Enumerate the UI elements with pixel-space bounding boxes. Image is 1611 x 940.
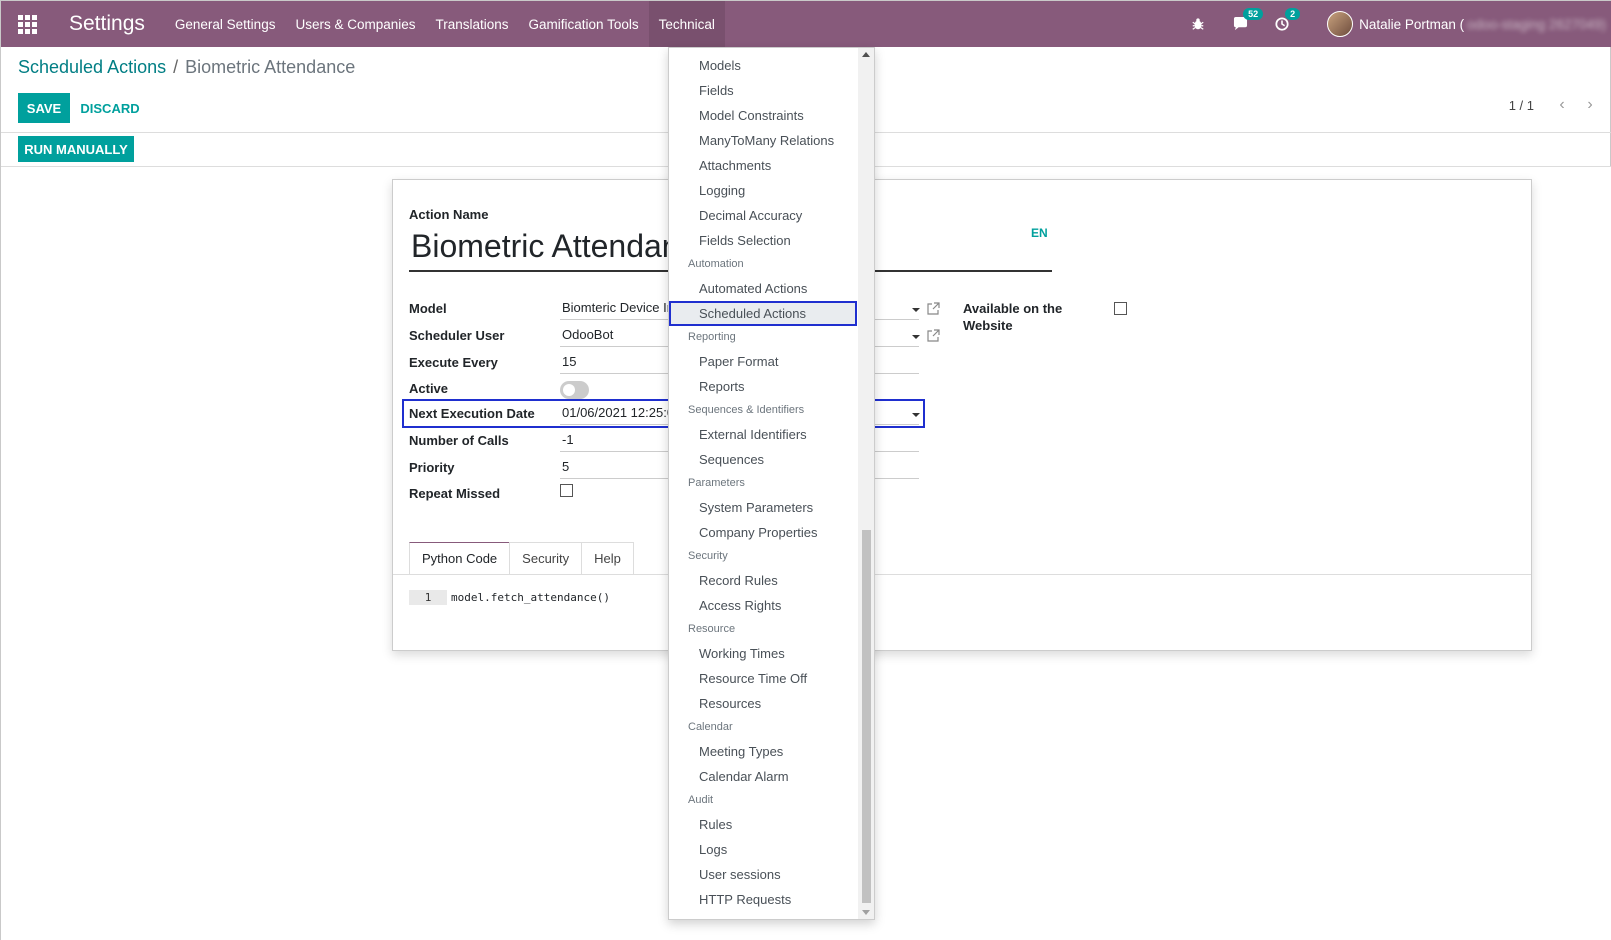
dropdown-item-resource-time-off[interactable]: Resource Time Off [669,666,857,691]
dropdown-item-audit-logs[interactable]: Logs [669,837,857,862]
dropdown-item-logging[interactable]: Logging [669,178,857,203]
scheduler-user-external-link-icon[interactable] [927,329,940,342]
dropdown-item-company-properties[interactable]: Company Properties [669,520,857,545]
pager-previous-icon[interactable]: ‹ [1553,97,1571,115]
apps-menu-icon[interactable] [1,1,53,47]
number-of-calls-label: Number of Calls [409,433,509,448]
scroll-up-arrow-icon[interactable] [862,52,870,57]
dropdown-item-model-constraints[interactable]: Model Constraints [669,103,857,128]
discard-button[interactable]: DISCARD [80,93,139,123]
pager-next-icon[interactable]: › [1581,97,1599,115]
debug-bug-icon[interactable] [1189,15,1207,33]
dropdown-header-reporting: Reporting [688,331,736,343]
menu-users-companies[interactable]: Users & Companies [285,1,425,47]
dropdown-item-system-parameters[interactable]: System Parameters [669,495,857,520]
model-dropdown-icon[interactable] [912,308,920,312]
tab-python-code[interactable]: Python Code [409,542,511,575]
dropdown-header-automation: Automation [688,258,744,270]
dropdown-header-sequences: Sequences & Identifiers [688,404,805,416]
menu-general-settings[interactable]: General Settings [165,1,286,47]
user-name: Natalie Portman ( [1359,16,1465,32]
scheduler-user-label: Scheduler User [409,328,505,343]
action-name-label: Action Name [409,207,489,222]
breadcrumb: Scheduled Actions / Biometric Attendance [18,57,355,78]
menu-gamification-tools[interactable]: Gamification Tools [519,1,649,47]
breadcrumb-separator: / [173,57,179,77]
dropdown-item-record-rules[interactable]: Record Rules [669,568,857,593]
next-execution-dropdown-icon[interactable] [912,413,920,417]
tabs-divider [393,574,1531,575]
dropdown-item-automated-actions[interactable]: Automated Actions [669,276,857,301]
dropdown-item-meeting-types[interactable]: Meeting Types [669,739,857,764]
activities-count-badge: 2 [1285,8,1301,20]
pager-value[interactable]: 1 / 1 [1509,98,1534,113]
user-database: odoo-staging 2627049) [1467,16,1606,32]
dropdown-header-audit: Audit [688,794,714,806]
messaging-chat-icon[interactable]: 52 [1231,8,1264,33]
dropdown-item-resources[interactable]: Resources [669,691,857,716]
dropdown-item-paper-format[interactable]: Paper Format [669,349,857,374]
dropdown-item-working-times[interactable]: Working Times [669,641,857,666]
model-label: Model [409,301,447,316]
dropdown-item-fields[interactable]: Fields [669,78,857,103]
technical-dropdown-menu: Models Fields Model Constraints ManyToMa… [668,47,875,920]
dropdown-header-resource: Resource [688,623,736,635]
dropdown-item-access-rights[interactable]: Access Rights [669,593,857,618]
top-navbar: Settings General Settings Users & Compan… [1,1,1611,47]
scrollbar-thumb[interactable] [862,530,871,903]
user-menu[interactable]: Natalie Portman ( odoo-staging 2627049) [1315,11,1611,37]
model-external-link-icon[interactable] [927,302,940,315]
active-label: Active [409,381,449,396]
form-sheet: Action Name Biometric Attendance EN Mode… [392,179,1532,651]
dropdown-item-external-identifiers[interactable]: External Identifiers [669,422,857,447]
dropdown-item-http-requests[interactable]: HTTP Requests [669,887,857,912]
dropdown-item-scheduled-actions[interactable]: Scheduled Actions [669,301,857,326]
menu-technical[interactable]: Technical [648,1,725,47]
dropdown-item-user-sessions[interactable]: User sessions [669,862,857,887]
code-text[interactable]: model.fetch_attendance() [451,590,610,605]
dropdown-header-security: Security [688,550,728,562]
activity-clock-icon[interactable]: 2 [1273,8,1301,33]
tab-security[interactable]: Security [509,542,583,575]
dropdown-item-reports[interactable]: Reports [669,374,857,399]
dropdown-item-audit-rules[interactable]: Rules [669,812,857,837]
dropdown-item-attachments[interactable]: Attachments [669,153,857,178]
save-button[interactable]: SAVE [18,93,70,123]
available-on-website-label: Available on the Website [963,301,1063,333]
breadcrumb-scheduled-actions[interactable]: Scheduled Actions [18,57,166,78]
dropdown-header-parameters: Parameters [688,477,745,489]
scroll-down-arrow-icon[interactable] [862,910,870,915]
execute-every-label: Execute Every [409,355,498,370]
code-line-number: 1 [409,590,447,605]
available-on-website-checkbox[interactable] [1114,302,1127,315]
dropdown-header-calendar: Calendar [688,721,733,733]
language-button[interactable]: EN [1031,226,1048,240]
active-toggle[interactable] [560,381,589,399]
code-editor[interactable]: 1 model.fetch_attendance() [409,590,610,605]
dropdown-item-models[interactable]: Models [669,53,857,78]
dropdown-item-fields-selection[interactable]: Fields Selection [669,228,857,253]
user-avatar [1327,11,1354,37]
app-brand[interactable]: Settings [53,12,165,36]
priority-label: Priority [409,460,455,475]
next-execution-date-label: Next Execution Date [409,406,535,421]
dropdown-item-calendar-alarm[interactable]: Calendar Alarm [669,764,857,789]
dropdown-item-decimal-accuracy[interactable]: Decimal Accuracy [669,203,857,228]
scheduler-user-dropdown-icon[interactable] [912,335,920,339]
dropdown-scrollbar[interactable] [858,48,874,919]
repeat-missed-label: Repeat Missed [409,486,501,501]
dropdown-item-many2many[interactable]: ManyToMany Relations [669,128,857,153]
notebook-tabs: Python Code Security Help [409,542,634,575]
menu-translations[interactable]: Translations [426,1,519,47]
messages-count-badge: 52 [1243,8,1264,20]
run-manually-button[interactable]: RUN MANUALLY [18,136,134,162]
tab-help[interactable]: Help [581,542,634,575]
breadcrumb-current: Biometric Attendance [185,57,356,77]
repeat-missed-checkbox[interactable] [560,484,573,497]
dropdown-item-sequences[interactable]: Sequences [669,447,857,472]
